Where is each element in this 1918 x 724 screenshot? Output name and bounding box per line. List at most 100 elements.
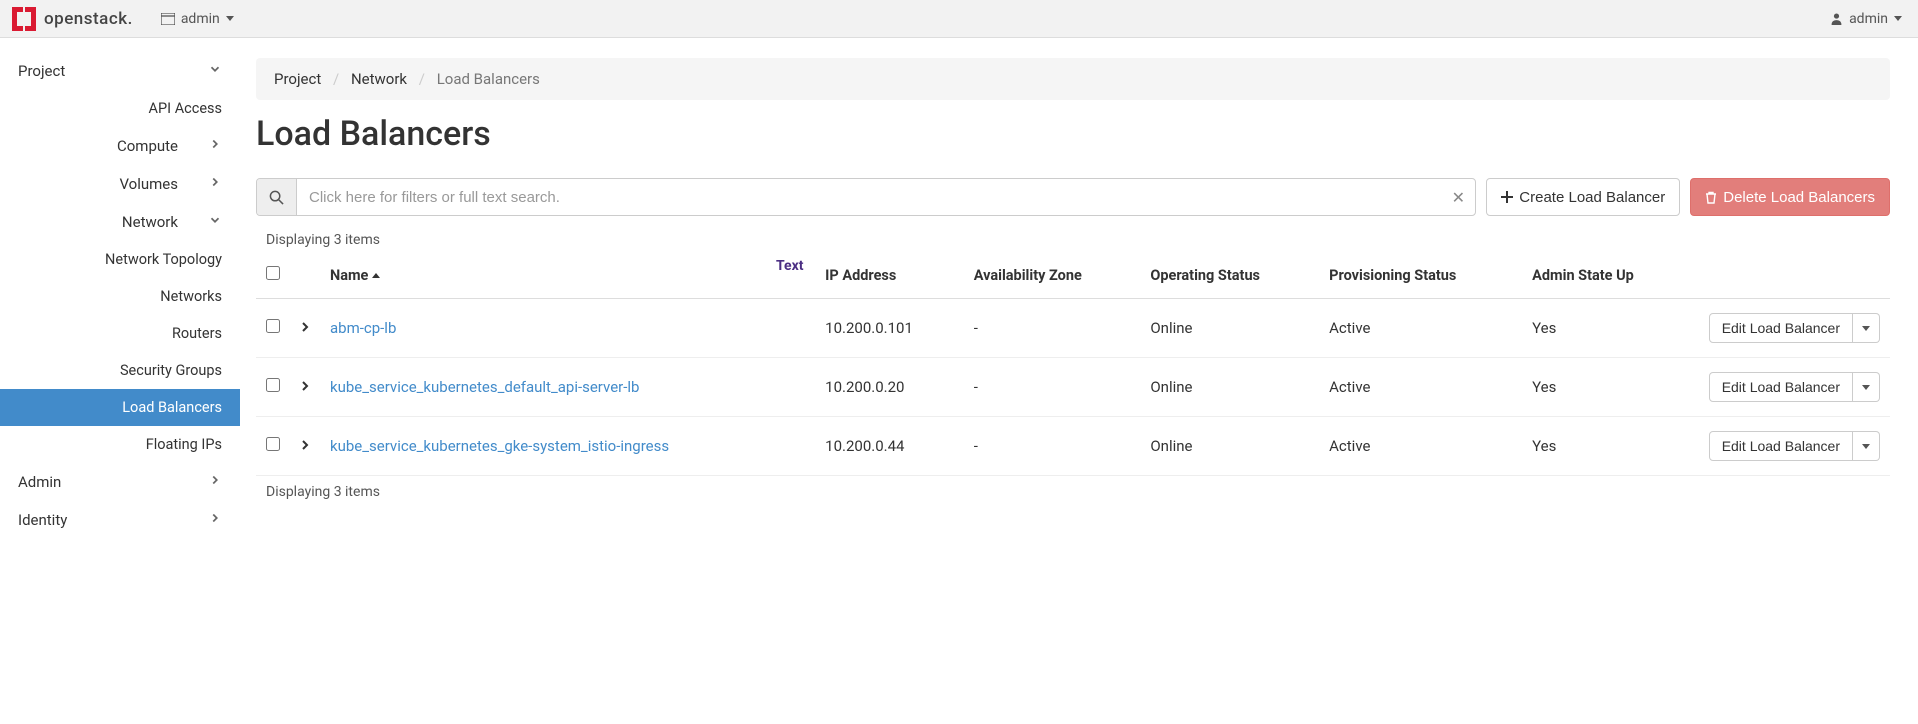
lb-name-link[interactable]: kube_service_kubernetes_gke-system_istio… <box>330 437 669 455</box>
cell-az: - <box>964 358 1141 417</box>
search-box: ✕ <box>256 178 1476 216</box>
lb-name-link[interactable]: kube_service_kubernetes_default_api-serv… <box>330 378 639 396</box>
row-checkbox[interactable] <box>266 437 280 451</box>
sort-asc-icon <box>372 273 380 278</box>
table-row: kube_service_kubernetes_default_api-serv… <box>256 358 1890 417</box>
col-admin[interactable]: Admin State Up <box>1522 252 1690 299</box>
cell-admin: Yes <box>1522 358 1690 417</box>
sidebar-group-volumes[interactable]: Volumes <box>0 165 240 203</box>
brand-text: openstack. <box>44 9 133 29</box>
caret-down-icon <box>1862 326 1870 331</box>
lb-name-link[interactable]: abm-cp-lb <box>330 319 396 337</box>
delete-load-balancers-button[interactable]: Delete Load Balancers <box>1690 178 1890 216</box>
toolbar: ✕ Create Load Balancer Delete Load Balan… <box>256 178 1890 216</box>
button-label: Create Load Balancer <box>1519 189 1665 206</box>
sidebar-label: Admin <box>18 473 61 491</box>
search-icon <box>257 179 297 215</box>
main-content: Project / Network / Load Balancers Load … <box>240 38 1918 718</box>
col-op[interactable]: Operating Status <box>1140 252 1319 299</box>
sidebar-label: Project <box>18 62 65 80</box>
breadcrumb-network[interactable]: Network <box>351 70 407 88</box>
table-row: abm-cp-lb10.200.0.101-OnlineActiveYesEdi… <box>256 299 1890 358</box>
sidebar-group-network[interactable]: Network <box>0 203 240 241</box>
caret-down-icon <box>1862 444 1870 449</box>
sidebar-group-project[interactable]: Project <box>0 52 240 90</box>
row-actions-dropdown[interactable] <box>1853 313 1880 343</box>
project-switcher-label: admin <box>181 11 220 27</box>
load-balancers-table: Name IP Address Availability Zone Operat… <box>256 252 1890 476</box>
annotation-overlay: Text <box>776 258 803 274</box>
cell-admin: Yes <box>1522 417 1690 476</box>
breadcrumb: Project / Network / Load Balancers <box>256 58 1890 100</box>
sidebar-item-load-balancers[interactable]: Load Balancers <box>0 389 240 426</box>
create-load-balancer-button[interactable]: Create Load Balancer <box>1486 178 1680 216</box>
col-name[interactable]: Name <box>320 252 815 299</box>
user-icon <box>1830 12 1843 25</box>
sidebar-item-api-access[interactable]: API Access <box>0 90 240 127</box>
table-row: kube_service_kubernetes_gke-system_istio… <box>256 417 1890 476</box>
top-bar: openstack. admin admin <box>0 0 1918 38</box>
chevron-right-icon <box>208 137 222 155</box>
sidebar-item-routers[interactable]: Routers <box>0 315 240 352</box>
caret-down-icon <box>1894 16 1902 21</box>
plus-icon <box>1501 191 1513 203</box>
expand-row-icon[interactable] <box>300 437 310 455</box>
cell-op: Online <box>1140 299 1319 358</box>
domain-icon <box>161 13 175 25</box>
breadcrumb-sep: / <box>419 70 425 88</box>
row-actions-dropdown[interactable] <box>1853 372 1880 402</box>
clear-search-icon[interactable]: ✕ <box>1441 179 1475 215</box>
user-menu-label: admin <box>1849 11 1888 27</box>
user-menu[interactable]: admin <box>1830 11 1902 27</box>
row-checkbox[interactable] <box>266 319 280 333</box>
edit-load-balancer-button[interactable]: Edit Load Balancer <box>1709 313 1853 343</box>
row-checkbox[interactable] <box>266 378 280 392</box>
col-prov[interactable]: Provisioning Status <box>1319 252 1522 299</box>
expand-row-icon[interactable] <box>300 319 310 337</box>
breadcrumb-sep: / <box>333 70 339 88</box>
sidebar-group-admin[interactable]: Admin <box>0 463 240 501</box>
cell-op: Online <box>1140 358 1319 417</box>
button-label: Delete Load Balancers <box>1723 189 1875 206</box>
cell-prov: Active <box>1319 417 1522 476</box>
cell-ip: 10.200.0.101 <box>815 299 964 358</box>
caret-down-icon <box>226 16 234 21</box>
item-count-top: Displaying 3 items <box>266 232 1890 248</box>
sidebar-group-identity[interactable]: Identity <box>0 501 240 539</box>
cell-op: Online <box>1140 417 1319 476</box>
openstack-logo-icon <box>12 7 36 31</box>
sidebar-item-floating-ips[interactable]: Floating IPs <box>0 426 240 463</box>
cell-ip: 10.200.0.44 <box>815 417 964 476</box>
cell-prov: Active <box>1319 299 1522 358</box>
select-all-checkbox[interactable] <box>266 266 280 280</box>
chevron-right-icon <box>208 473 222 491</box>
chevron-right-icon <box>208 175 222 193</box>
chevron-down-icon <box>208 62 222 80</box>
breadcrumb-current: Load Balancers <box>437 70 540 88</box>
breadcrumb-project[interactable]: Project <box>274 70 321 88</box>
col-label: Name <box>330 267 368 284</box>
sidebar-item-security-groups[interactable]: Security Groups <box>0 352 240 389</box>
col-ip[interactable]: IP Address <box>815 252 964 299</box>
sidebar-label: Identity <box>18 511 67 529</box>
edit-load-balancer-button[interactable]: Edit Load Balancer <box>1709 372 1853 402</box>
caret-down-icon <box>1862 385 1870 390</box>
sidebar-item-network-topology[interactable]: Network Topology <box>0 241 240 278</box>
col-az[interactable]: Availability Zone <box>964 252 1141 299</box>
page-title: Load Balancers <box>256 114 1890 154</box>
sidebar-group-compute[interactable]: Compute <box>0 127 240 165</box>
sidebar: Project API Access Compute Volumes Netwo… <box>0 38 240 718</box>
edit-load-balancer-button[interactable]: Edit Load Balancer <box>1709 431 1853 461</box>
expand-row-icon[interactable] <box>300 378 310 396</box>
search-input[interactable] <box>297 179 1441 215</box>
project-switcher[interactable]: admin <box>161 11 234 27</box>
brand[interactable]: openstack. <box>12 7 133 31</box>
sidebar-label: Compute <box>30 137 178 155</box>
chevron-right-icon <box>208 511 222 529</box>
row-actions-dropdown[interactable] <box>1853 431 1880 461</box>
sidebar-label: Network <box>30 213 178 231</box>
cell-az: - <box>964 299 1141 358</box>
sidebar-label: Volumes <box>30 175 178 193</box>
sidebar-item-networks[interactable]: Networks <box>0 278 240 315</box>
cell-prov: Active <box>1319 358 1522 417</box>
